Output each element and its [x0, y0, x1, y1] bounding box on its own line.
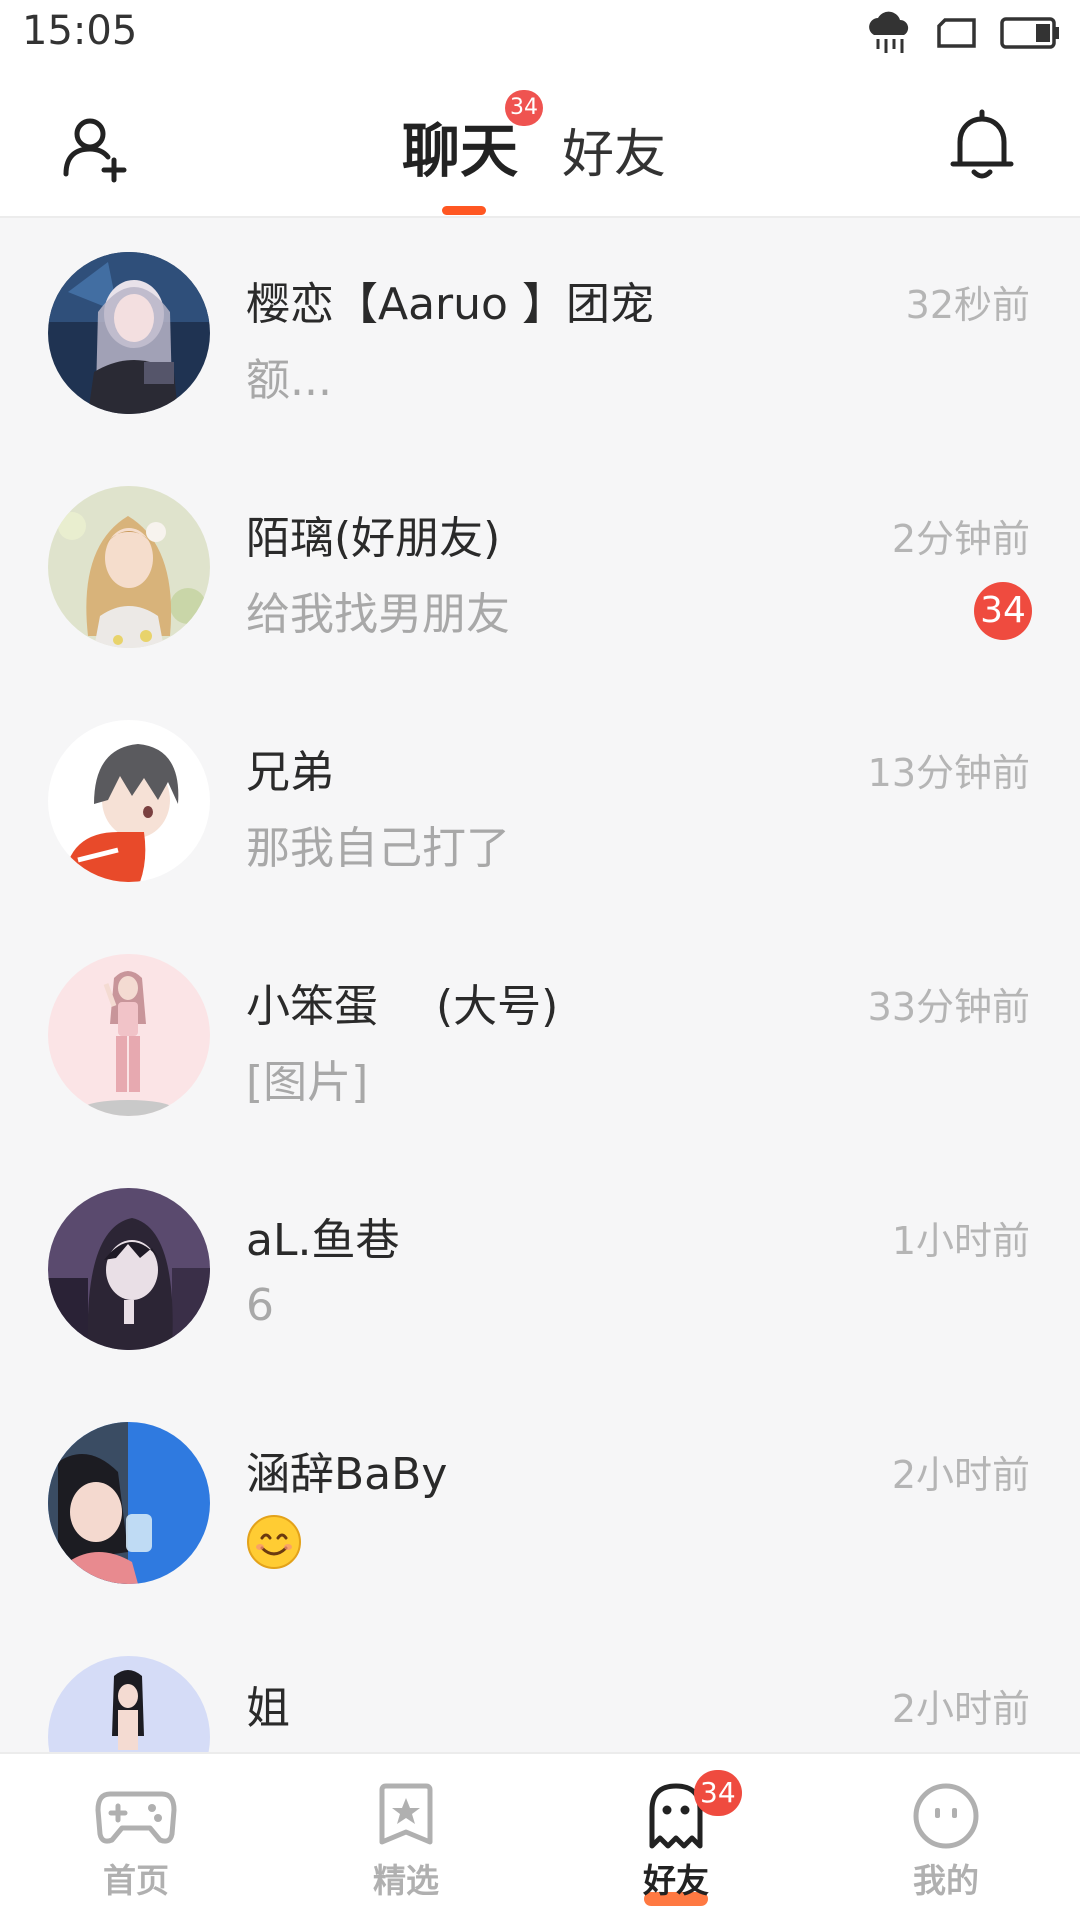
gamepad-icon	[95, 1791, 177, 1844]
active-tab-indicator	[442, 206, 486, 215]
nav-item-featured[interactable]: 精选	[306, 1754, 506, 1920]
nav-label: 我的	[913, 1861, 979, 1900]
weather-rain-icon	[869, 11, 909, 53]
chat-time: 2小时前	[891, 1687, 1030, 1731]
chat-preview: 给我找男朋友	[246, 589, 510, 640]
chat-time: 13分钟前	[867, 751, 1030, 795]
avatar[interactable]	[48, 1422, 210, 1584]
chat-name: 陌璃(好朋友)	[246, 513, 501, 564]
avatar[interactable]	[48, 720, 210, 882]
chat-name: 涵辞BaBy	[246, 1449, 448, 1500]
avatar[interactable]	[48, 252, 210, 414]
bottom-nav: 首页 精选 好友 34 我的	[0, 1752, 1080, 1920]
chat-preview: 额...	[246, 355, 332, 406]
chat-name: 姐	[246, 1683, 290, 1734]
chat-time: 2分钟前	[891, 517, 1030, 561]
tab-chat[interactable]: 聊天	[402, 104, 518, 188]
chat-list: 樱恋【Aaruo 】团宠 额... 32秒前 陌璃(好朋友) 给我找男朋友 2分…	[0, 218, 1080, 1752]
nav-badge: 34	[694, 1770, 742, 1816]
chat-item[interactable]: 兄弟 那我自己打了 13分钟前	[0, 686, 1080, 920]
chat-name: aL.鱼巷	[246, 1215, 400, 1266]
chat-time: 32秒前	[905, 283, 1030, 327]
status-bar: 15:05	[0, 0, 1080, 66]
tab-chat-badge: 34	[505, 90, 543, 126]
sim-card-icon	[937, 18, 976, 48]
chat-item[interactable]: 姐 2小时前	[0, 1622, 1080, 1752]
status-icons	[864, 8, 1060, 58]
chat-preview: 那我自己打了	[246, 823, 510, 874]
chat-item[interactable]: aL.鱼巷 6 1小时前	[0, 1154, 1080, 1388]
chat-time: 2小时前	[891, 1453, 1030, 1497]
chat-item[interactable]: 陌璃(好朋友) 给我找男朋友 2分钟前 34	[0, 452, 1080, 686]
chat-name: 小笨蛋 (大号)	[246, 981, 559, 1032]
star-bookmark-icon	[379, 1783, 433, 1845]
nav-label: 精选	[373, 1861, 439, 1900]
avatar[interactable]	[48, 1188, 210, 1350]
chat-item[interactable]: 樱恋【Aaruo 】团宠 额... 32秒前	[0, 218, 1080, 452]
bell-icon	[950, 109, 1014, 179]
notification-button[interactable]	[946, 106, 1018, 186]
nav-item-me[interactable]: 我的	[846, 1754, 1046, 1920]
tab-friends[interactable]: 好友	[562, 112, 666, 187]
nav-label: 好友	[643, 1861, 709, 1900]
chat-time: 1小时前	[891, 1219, 1030, 1263]
avatar[interactable]	[48, 486, 210, 648]
chat-name: 樱恋【Aaruo 】团宠	[246, 279, 654, 330]
chat-preview: 6	[246, 1280, 274, 1331]
chat-item[interactable]: 涵辞BaBy 2小时前	[0, 1388, 1080, 1622]
chat-preview	[246, 1514, 302, 1581]
chat-preview: [图片]	[246, 1057, 369, 1108]
chat-name: 兄弟	[246, 747, 334, 798]
chat-time: 33分钟前	[867, 985, 1030, 1029]
nav-label: 首页	[103, 1861, 169, 1900]
avatar[interactable]	[48, 1656, 210, 1752]
smile-emoji-icon	[247, 1515, 301, 1569]
status-time: 15:05	[22, 8, 138, 54]
battery-icon	[1000, 17, 1059, 49]
top-header: 聊天 34 好友	[0, 66, 1080, 218]
unread-badge: 34	[974, 582, 1032, 640]
add-friend-button[interactable]	[60, 112, 132, 184]
chat-item[interactable]: 小笨蛋 (大号) [图片] 33分钟前	[0, 920, 1080, 1154]
avatar[interactable]	[48, 954, 210, 1116]
add-friend-icon	[63, 118, 127, 183]
face-icon	[913, 1783, 979, 1849]
nav-item-friends[interactable]: 好友 34	[576, 1754, 776, 1920]
nav-item-home[interactable]: 首页	[36, 1754, 236, 1920]
